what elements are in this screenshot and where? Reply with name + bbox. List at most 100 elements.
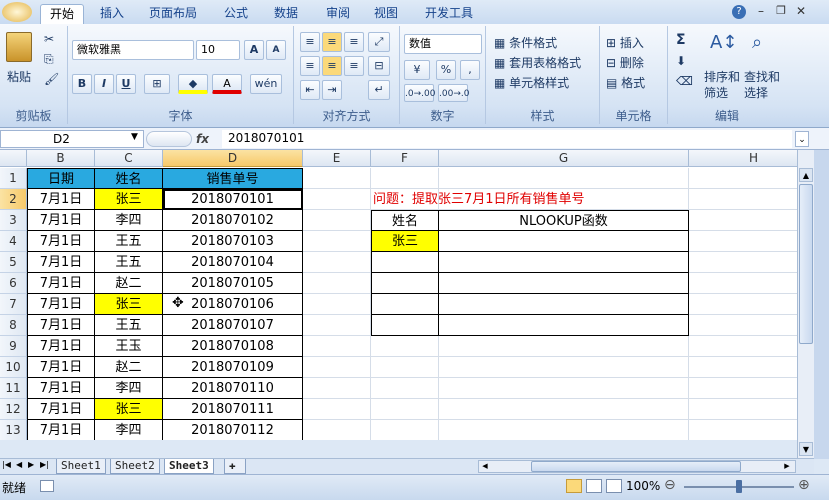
select-all-corner[interactable] [0,150,27,167]
borders-icon[interactable]: ⊞ [144,74,170,94]
align-top-icon[interactable]: ≡ [300,32,320,52]
find-select-button[interactable]: 查找和 [744,68,780,85]
horizontal-scroll-thumb[interactable] [531,461,741,472]
grid-cell[interactable] [689,168,797,189]
grid-cell[interactable] [371,420,439,440]
decrease-indent-icon[interactable]: ⇤ [300,80,320,100]
lookup-cell-result[interactable] [439,231,689,252]
grid-cell[interactable] [303,189,371,210]
sort-filter-icon[interactable]: A↕ [710,32,737,53]
sheet-tab-sheet2[interactable]: Sheet2 [110,459,160,474]
align-bottom-icon[interactable]: ≡ [344,32,364,52]
bold-button[interactable]: B [72,74,92,94]
lookup-cell-name[interactable] [371,252,439,273]
table-cell-date[interactable]: 7月1日 [27,189,95,210]
row-header-5[interactable]: 5 [0,252,27,273]
grid-cell[interactable] [439,357,689,378]
orientation-icon[interactable]: ⤢ [368,32,390,52]
number-format-select[interactable]: 数值 [404,34,482,54]
row-header-4[interactable]: 4 [0,231,27,252]
column-header-e[interactable]: E [303,150,371,167]
grid-cell[interactable] [689,294,797,315]
table-cell-date[interactable]: 7月1日 [27,273,95,294]
lookup-header-name[interactable]: 姓名 [371,210,439,231]
shrink-font-button[interactable]: A [266,40,286,60]
grid-cell[interactable] [303,315,371,336]
table-cell-order-no[interactable]: 2018070112 [163,420,303,440]
insert-cells-button[interactable]: ⊞ 插入 [606,34,644,51]
active-cell[interactable]: 2018070101 [163,189,303,210]
column-header-d[interactable]: D [163,150,303,167]
row-header-7[interactable]: 7 [0,294,27,315]
table-header-name[interactable]: 姓名 [95,168,163,189]
row-header-8[interactable]: 8 [0,315,27,336]
zoom-level[interactable]: 100% [626,479,660,493]
fill-color-icon[interactable]: ◆ [178,74,208,94]
table-cell-name[interactable]: 张三 [95,294,163,315]
grid-cell[interactable] [439,168,689,189]
format-cells-button[interactable]: ▤ 格式 [606,74,645,91]
formula-input[interactable]: 2018070101 [222,130,792,148]
insert-sheet-icon[interactable]: ✚ [224,459,246,474]
lookup-cell-name[interactable] [371,273,439,294]
table-cell-name[interactable]: 李四 [95,210,163,231]
italic-button[interactable]: I [94,74,114,94]
name-box-dropdown-icon[interactable]: ▼ [131,132,138,142]
grid-cell[interactable] [303,252,371,273]
lookup-cell-result[interactable] [439,252,689,273]
tab-page-layout[interactable]: 页面布局 [142,4,204,24]
table-cell-order-no[interactable]: 2018070107 [163,315,303,336]
name-box[interactable]: D2 [0,130,144,148]
sheet-tab-sheet3[interactable]: Sheet3 [164,459,214,474]
row-header-11[interactable]: 11 [0,378,27,399]
tab-review[interactable]: 审阅 [318,4,358,24]
column-header-b[interactable]: B [27,150,95,167]
page-layout-view-icon[interactable] [586,479,602,493]
font-color-icon[interactable]: A [212,74,242,94]
grid-cell[interactable] [371,357,439,378]
table-cell-date[interactable]: 7月1日 [27,399,95,420]
table-cell-order-no[interactable]: 2018070109 [163,357,303,378]
table-header-order-no[interactable]: 销售单号 [163,168,303,189]
table-cell-order-no[interactable]: 2018070102 [163,210,303,231]
table-cell-name[interactable]: 王玉 [95,336,163,357]
grid-cell[interactable] [371,399,439,420]
zoom-slider-thumb[interactable] [736,480,742,493]
grid-cell[interactable] [303,231,371,252]
scroll-left-icon[interactable]: ◀ [479,461,491,472]
font-name-select[interactable]: 微软雅黑 [72,40,194,60]
table-cell-order-no[interactable]: 2018070110 [163,378,303,399]
phonetic-icon[interactable]: wén [250,74,282,94]
grid-cell[interactable] [371,336,439,357]
tab-view[interactable]: 视图 [366,4,406,24]
minimize-icon[interactable]: – [754,4,768,18]
table-header-date[interactable]: 日期 [27,168,95,189]
comma-button[interactable]: , [460,60,480,80]
table-cell-name[interactable]: 王五 [95,315,163,336]
percent-button[interactable]: % [436,60,456,80]
table-cell-order-no[interactable]: 2018070111 [163,399,303,420]
table-cell-order-no[interactable]: 2018070108 [163,336,303,357]
table-cell-name[interactable]: 赵二 [95,357,163,378]
normal-view-icon[interactable] [566,479,582,493]
grid-cell[interactable] [439,336,689,357]
tab-formulas[interactable]: 公式 [216,4,256,24]
grid-cell[interactable] [689,210,797,231]
horizontal-scrollbar[interactable]: ◀ ▶ [478,460,796,473]
table-cell-order-no[interactable]: 2018070105 [163,273,303,294]
table-cell-date[interactable]: 7月1日 [27,420,95,440]
find-select-icon[interactable]: ⌕ [752,32,762,53]
row-header-3[interactable]: 3 [0,210,27,231]
grid-cell[interactable] [689,420,797,440]
align-center-icon[interactable]: ≡ [322,56,342,76]
grid-cell[interactable] [303,420,371,440]
page-break-view-icon[interactable] [606,479,622,493]
scroll-right-icon[interactable]: ▶ [781,461,793,472]
table-cell-order-no[interactable]: 2018070104 [163,252,303,273]
column-header-c[interactable]: C [95,150,163,167]
conditional-format-button[interactable]: ▦ 条件格式 [494,34,557,51]
table-cell-order-no[interactable]: 2018070103 [163,231,303,252]
grid-cell[interactable] [689,399,797,420]
row-header-1[interactable]: 1 [0,168,27,189]
grid-cell[interactable] [303,378,371,399]
